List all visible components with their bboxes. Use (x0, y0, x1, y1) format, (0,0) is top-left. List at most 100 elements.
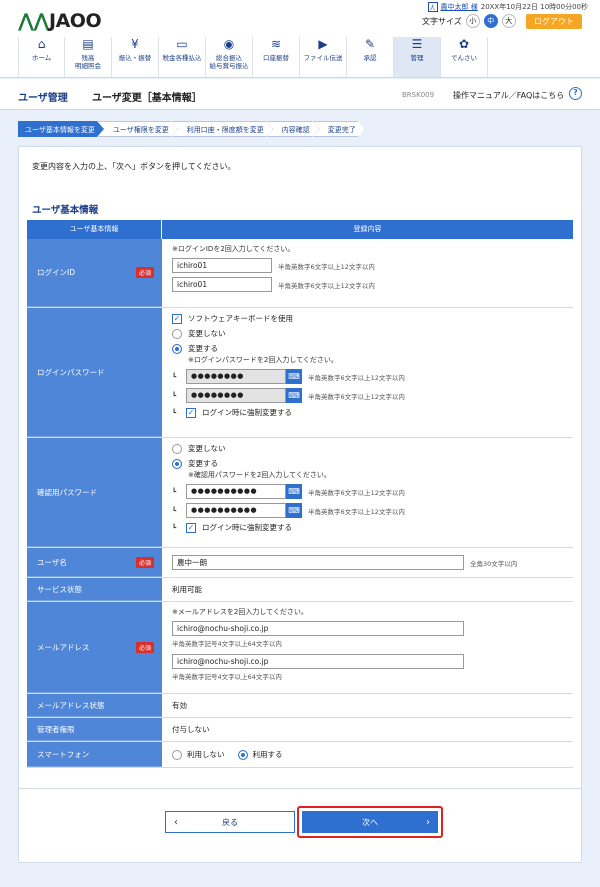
user-name-link[interactable]: 農中太郎 様 (441, 2, 478, 12)
required-badge: 必須 (135, 641, 154, 653)
confirm-pw-change-radio[interactable] (172, 458, 182, 469)
login-pw-change-radio[interactable] (172, 343, 182, 354)
header-right: 登録内容 (162, 220, 573, 239)
row-email: メールアドレス 必須 ※メールアドレスを2回入力してください。 ichiro@no… (27, 602, 573, 694)
user-info-table: ユーザ基本情報 登録内容 ログインID 必須 ※ログインIDを2回入力してください… (27, 220, 573, 768)
help-icon[interactable]: ? (569, 87, 582, 100)
login-id-input[interactable]: ichiro01 (172, 258, 272, 273)
login-id-note: ※ログインIDを2回入力してください。 (172, 245, 295, 253)
confirm-pw-force-change-checkbox[interactable]: ✓ (186, 522, 196, 533)
nav-densai[interactable]: ✿ でんさい (441, 37, 488, 77)
login-pw-hint: 半角英数字6文字以上12文字以内 (308, 373, 405, 382)
login-pw-no-change-radio[interactable] (172, 328, 182, 339)
nav-home[interactable]: ⌂ ホーム (18, 37, 65, 77)
login-pw-note: ※ログインパスワードを2回入力してください。 (188, 356, 338, 364)
help-link[interactable]: 操作マニュアル／FAQはこちら (453, 90, 564, 101)
next-button[interactable]: 次へ › (302, 811, 438, 833)
step-2: ユーザ権限を変更 (98, 121, 178, 137)
confirm-pw-change-label: 変更する (188, 459, 218, 468)
software-keyboard-label: ソフトウェアキーボードを使用 (188, 314, 293, 323)
nav-file-transfer[interactable]: ▶ ファイル伝送 (300, 37, 347, 77)
step-4: 内容確認 (267, 121, 319, 137)
indent-arrow-icon: ┗ (172, 372, 177, 381)
smartphone-no-radio[interactable] (172, 749, 182, 760)
chevron-right-icon: › (426, 816, 430, 828)
nav-balance[interactable]: ▤ 残高 明細照会 (65, 37, 112, 77)
admin-rights-value: 付与しない (172, 725, 210, 734)
confirm-pw-force-label: ログイン時に強制変更する (202, 523, 292, 532)
login-pw-force-label: ログイン時に強制変更する (202, 408, 292, 417)
nav-admin[interactable]: ☰ 管理 (394, 37, 441, 77)
indent-arrow-icon: ┗ (172, 487, 177, 496)
header: ⋀⋀JAOO 人 農中太郎 様 20XX年10月22日 10時00分00秒 文字… (0, 0, 600, 78)
login-pw-change-label: 変更する (188, 344, 218, 353)
confirm-pw-input[interactable]: ●●●●●●●●●● (186, 484, 286, 499)
keyboard-icon[interactable]: ⌨ (286, 369, 302, 384)
label-service-status: サービス状態 (27, 578, 162, 601)
row-confirm-password: 確認用パスワード 変更しない 変更する ※確認用パスワードを2回入力してください… (27, 438, 573, 548)
back-button[interactable]: ‹ 戻る (165, 811, 295, 833)
label-user-name: ユーザ名 必須 (27, 548, 162, 577)
nav-account-transfer[interactable]: ≋ 口座振替 (253, 37, 300, 77)
nav-approval[interactable]: ✎ 承認 (347, 37, 394, 77)
section-name: ユーザ管理 (18, 93, 68, 104)
font-size-small-button[interactable]: 小 (465, 14, 480, 28)
confirm-pw-confirm-input[interactable]: ●●●●●●●●●● (186, 503, 286, 518)
font-size-medium-button[interactable]: 中 (483, 14, 498, 28)
software-keyboard-checkbox[interactable]: ✓ (172, 313, 182, 324)
service-status-value: 利用可能 (172, 585, 202, 594)
file-transfer-icon: ▶ (318, 37, 328, 51)
user-name-input[interactable]: 農中一朗 (172, 555, 464, 570)
main-nav: ⌂ ホーム ▤ 残高 明細照会 ¥ 振込・振替 ▭ 税金各種払込 ◉ 総合振込 給与賞与振… (18, 37, 582, 77)
keyboard-icon[interactable]: ⌨ (286, 388, 302, 403)
email-note: ※メールアドレスを2回入力してください。 (172, 608, 308, 616)
approve-icon: ✎ (364, 37, 376, 51)
keyboard-icon[interactable]: ⌨ (286, 503, 302, 518)
font-size-switcher: 文字サイズ 小 中 大 (422, 14, 516, 28)
font-size-label: 文字サイズ (422, 16, 462, 26)
smartphone-yes-radio[interactable] (237, 749, 248, 760)
nav-tax[interactable]: ▭ 税金各種払込 (159, 37, 206, 77)
logout-button[interactable]: ログアウト (526, 14, 582, 29)
row-login-password: ログインパスワード ✓ ソフトウェアキーボードを使用 変更しない 変更する ※ログ… (27, 308, 573, 438)
login-pw-input[interactable]: ●●●●●●●● (186, 369, 286, 384)
font-size-large-button[interactable]: 大 (501, 14, 516, 28)
user-name-hint: 全角30文字以内 (470, 559, 518, 568)
admin-icon: ☰ (411, 37, 423, 51)
label-admin-rights: 管理者権限 (27, 718, 162, 741)
yen-icon: ¥ (131, 37, 139, 51)
label-smartphone: スマートフォン (27, 742, 162, 767)
email-input[interactable]: ichiro@nochu-shoji.co.jp (172, 621, 464, 636)
table-header: ユーザ基本情報 登録内容 (27, 220, 573, 239)
login-id-confirm-input[interactable]: ichiro01 (172, 277, 272, 292)
nav-transfer[interactable]: ¥ 振込・振替 (112, 37, 159, 77)
login-pw-no-change-label: 変更しない (188, 329, 226, 338)
divider (19, 788, 581, 789)
document-icon: ▤ (82, 37, 94, 51)
nav-bulk-transfer[interactable]: ◉ 総合振込 給与賞与振込 (206, 37, 253, 77)
smartphone-no-label: 利用しない (187, 750, 225, 759)
indent-arrow-icon: ┗ (172, 523, 177, 532)
payment-icon: ▭ (176, 37, 188, 51)
label-email: メールアドレス 必須 (27, 602, 162, 693)
confirm-pw-no-change-radio[interactable] (172, 443, 182, 454)
label-login-id: ログインID 必須 (27, 239, 162, 307)
row-admin-rights: 管理者権限 付与しない (27, 718, 573, 742)
label-confirm-password: 確認用パスワード (27, 438, 162, 547)
login-pw-force-change-checkbox[interactable]: ✓ (186, 407, 196, 418)
keyboard-icon[interactable]: ⌨ (286, 484, 302, 499)
page-title: ユーザ変更［基本情報］ (92, 93, 202, 104)
email-confirm-input[interactable]: ichiro@nochu-shoji.co.jp (172, 654, 464, 669)
instruction-text: 変更内容を入力の上、「次へ」ボタンを押してください。 (32, 162, 236, 171)
indent-arrow-icon: ┗ (172, 408, 177, 417)
step-3: 利用口座・限度額を変更 (172, 121, 273, 137)
header-left: ユーザ基本情報 (27, 220, 162, 239)
required-badge: 必須 (135, 556, 154, 568)
section-title: ユーザ基本情報 (32, 205, 99, 216)
home-icon: ⌂ (37, 37, 46, 51)
label-email-status: メールアドレス状態 (27, 694, 162, 717)
login-pw-confirm-input[interactable]: ●●●●●●●● (186, 388, 286, 403)
title-bar: ユーザ管理 ユーザ変更［基本情報］ BRSK009 操作マニュアル／FAQはこち… (0, 79, 600, 110)
confirm-pw-note: ※確認用パスワードを2回入力してください。 (188, 471, 331, 479)
required-badge: 必須 (135, 267, 154, 278)
